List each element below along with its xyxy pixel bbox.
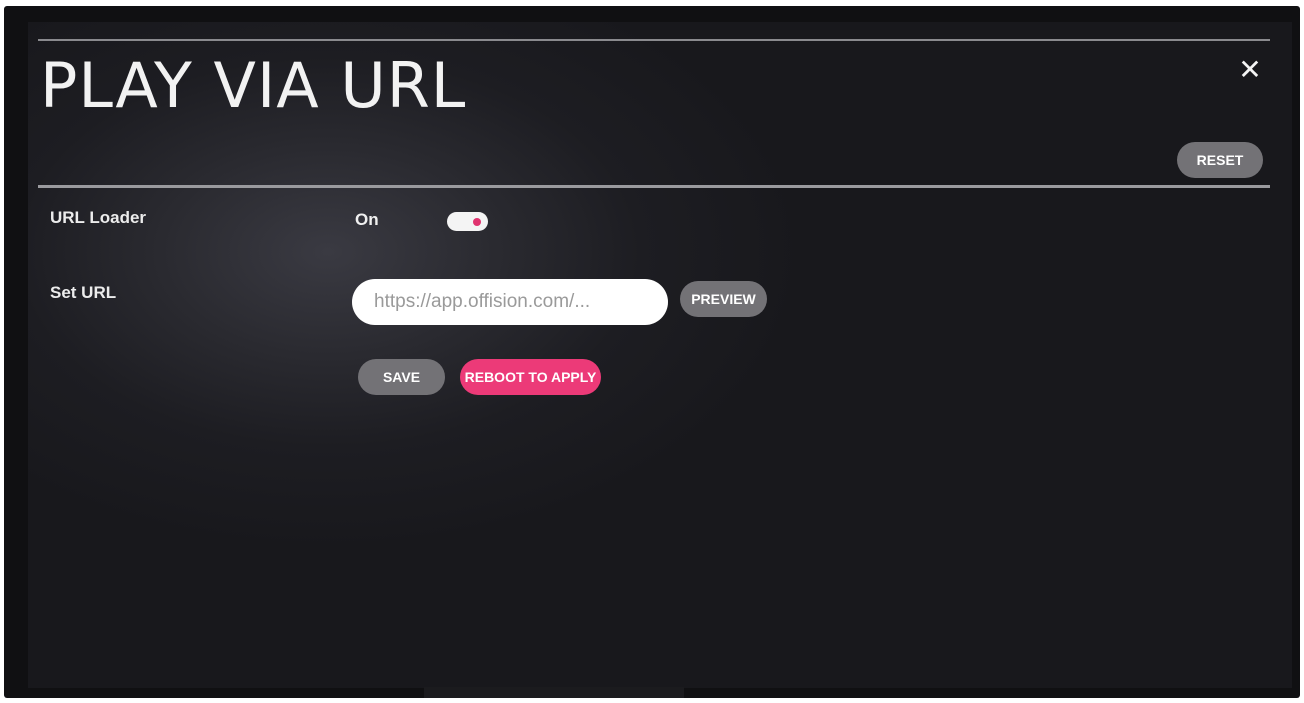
page-title: PLAY VIA URL [40, 49, 467, 122]
reboot-to-apply-button[interactable]: REBOOT TO APPLY [460, 359, 601, 395]
url-loader-status: On [355, 210, 379, 229]
save-button[interactable]: SAVE [358, 359, 445, 395]
url-loader-label: URL Loader [50, 208, 147, 227]
toggle-indicator-icon [473, 218, 481, 226]
close-icon[interactable]: ✕ [1236, 56, 1264, 84]
tv-bezel: PLAY VIA URL ✕ RESET URL Loader On Set U… [4, 6, 1300, 698]
tv-stand-strip [424, 687, 684, 698]
url-loader-toggle[interactable] [447, 212, 488, 231]
url-input[interactable]: https://app.offision.com/... [352, 279, 668, 325]
top-divider [38, 39, 1270, 41]
preview-button[interactable]: PREVIEW [680, 281, 767, 317]
settings-screen: PLAY VIA URL ✕ RESET URL Loader On Set U… [28, 22, 1292, 688]
reset-button[interactable]: RESET [1177, 142, 1263, 178]
set-url-label: Set URL [50, 283, 117, 302]
header-divider [38, 185, 1270, 188]
